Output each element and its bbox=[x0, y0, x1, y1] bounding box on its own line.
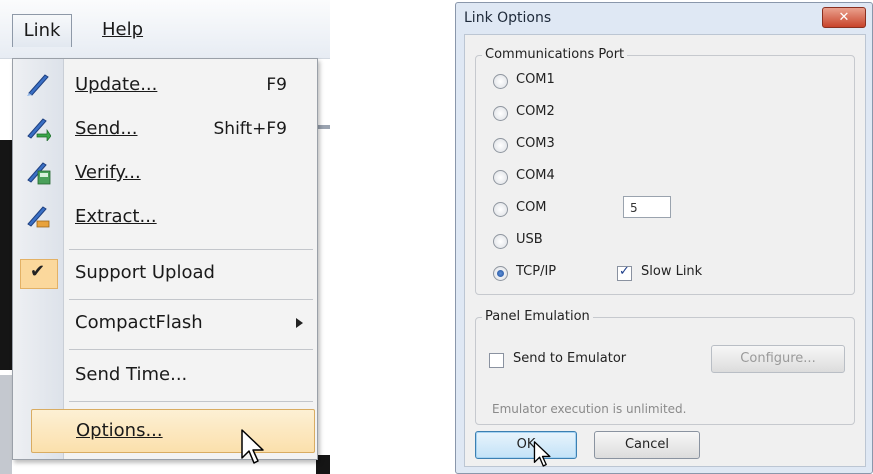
emulator-note: Emulator execution is unlimited. bbox=[492, 402, 687, 416]
menu-item-options[interactable]: Options... bbox=[31, 409, 315, 453]
submenu-arrow-icon bbox=[296, 318, 303, 328]
background-strip bbox=[0, 140, 12, 370]
checkmark-icon: ✔ bbox=[20, 259, 58, 289]
panel-emulation-group: Panel Emulation Send to Emulator Configu… bbox=[475, 309, 855, 425]
slow-link-checkbox[interactable] bbox=[617, 264, 632, 281]
menu-separator bbox=[69, 401, 313, 402]
radio-usb[interactable] bbox=[493, 234, 508, 249]
checkbox-label: Send to Emulator bbox=[513, 351, 627, 366]
radio-com2[interactable] bbox=[493, 106, 508, 121]
dialog-title: Link Options bbox=[464, 10, 552, 26]
configure-button[interactable]: Configure... bbox=[711, 345, 845, 373]
radio-com3[interactable] bbox=[493, 138, 508, 153]
checkbox-label: Slow Link bbox=[641, 264, 703, 279]
dialog-content: Communications Port COM1 COM2 COM3 COM4 … bbox=[464, 34, 866, 467]
radio-com1[interactable] bbox=[493, 74, 508, 89]
shortcut-label: F9 bbox=[266, 75, 287, 95]
menu-item-send-time[interactable]: Send Time... bbox=[13, 357, 317, 393]
menu-separator bbox=[69, 249, 313, 250]
menu-item-support-upload[interactable]: ✔ Support Upload bbox=[13, 255, 317, 291]
radio-com4[interactable] bbox=[493, 170, 508, 185]
menu-item-label: Update... bbox=[75, 74, 158, 95]
menu-item-label: Options... bbox=[76, 420, 163, 441]
menu-item-update[interactable]: Update... F9 bbox=[13, 67, 317, 103]
menu-item-label: Extract... bbox=[75, 206, 157, 227]
group-legend: Communications Port bbox=[482, 47, 628, 63]
communications-port-group: Communications Port COM1 COM2 COM3 COM4 … bbox=[475, 47, 855, 295]
background-strip bbox=[0, 375, 12, 474]
group-legend: Panel Emulation bbox=[482, 309, 593, 325]
menu-item-label: Send... bbox=[75, 118, 138, 139]
ok-button[interactable]: OK bbox=[475, 431, 577, 459]
shortcut-label: Shift+F9 bbox=[213, 119, 287, 139]
mouse-cursor-icon bbox=[533, 441, 551, 467]
menu-help[interactable]: Help bbox=[94, 14, 151, 46]
send-to-emulator-checkbox[interactable] bbox=[489, 353, 504, 368]
radio-label: USB bbox=[516, 232, 543, 247]
cancel-button[interactable]: Cancel bbox=[594, 431, 700, 459]
link-menu-screenshot: Link Help Update... F9 Send... Shift+F9 bbox=[0, 0, 330, 474]
radio-label: COM3 bbox=[516, 136, 555, 151]
radio-label: COM2 bbox=[516, 104, 555, 119]
menu-separator bbox=[69, 299, 313, 300]
menu-item-label: Send Time... bbox=[75, 364, 188, 385]
menu-item-label: CompactFlash bbox=[75, 312, 203, 333]
menu-item-send[interactable]: Send... Shift+F9 bbox=[13, 111, 317, 147]
dialog-titlebar[interactable]: Link Options ✕ bbox=[456, 3, 872, 33]
menu-item-extract[interactable]: Extract... bbox=[13, 199, 317, 235]
menu-separator bbox=[69, 349, 313, 350]
radio-label: COM bbox=[516, 200, 547, 215]
update-icon bbox=[27, 74, 49, 96]
radio-label: COM4 bbox=[516, 168, 555, 183]
extract-icon bbox=[27, 206, 50, 228]
radio-com[interactable] bbox=[493, 202, 508, 217]
close-icon[interactable]: ✕ bbox=[822, 7, 866, 28]
menu-item-compactflash[interactable]: CompactFlash bbox=[13, 305, 317, 341]
menu-link[interactable]: Link bbox=[12, 14, 72, 47]
link-options-dialog: Link Options ✕ Communications Port COM1 … bbox=[455, 2, 873, 474]
send-icon bbox=[27, 118, 51, 141]
menu-item-label: Verify... bbox=[75, 162, 141, 183]
mouse-cursor-icon bbox=[241, 429, 264, 464]
verify-icon bbox=[27, 162, 51, 185]
radio-label: TCP/IP bbox=[516, 264, 557, 279]
com-number-field[interactable]: 5 bbox=[623, 196, 671, 218]
menu-item-verify[interactable]: Verify... bbox=[13, 155, 317, 191]
background-strip bbox=[316, 455, 330, 474]
link-dropdown-menu: Update... F9 Send... Shift+F9 Verify... bbox=[12, 58, 318, 460]
radio-label: COM1 bbox=[516, 72, 555, 87]
menu-item-label: Support Upload bbox=[75, 262, 215, 283]
radio-tcpip[interactable] bbox=[493, 266, 508, 281]
background-strip bbox=[316, 125, 330, 129]
menu-link-label: Link bbox=[23, 20, 61, 41]
menu-bar: Link Help bbox=[0, 0, 330, 59]
